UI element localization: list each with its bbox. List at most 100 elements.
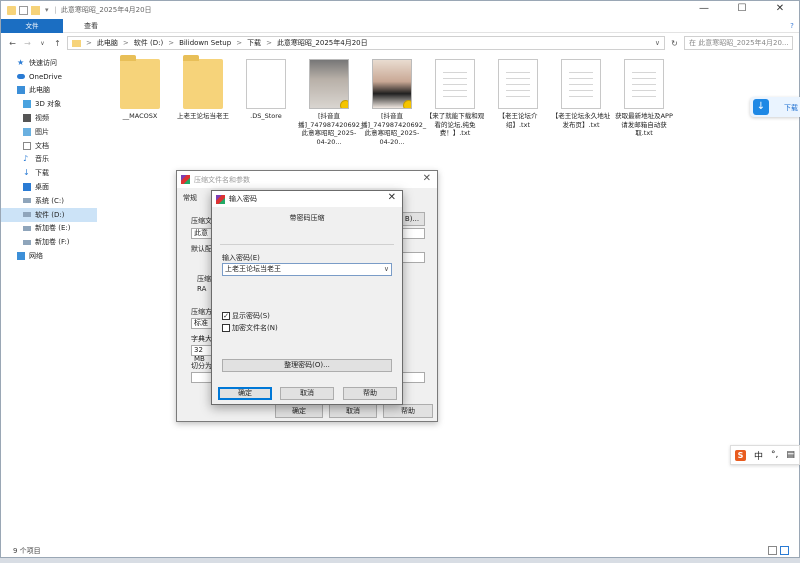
help-button[interactable]: 帮助 [343, 387, 397, 400]
text-file-icon [561, 59, 601, 109]
details-view-icon[interactable] [768, 546, 777, 555]
file-item[interactable]: [抖音直播]_747987420692_此意寒昭昭_2025-04-20... [361, 59, 426, 146]
nav-onedrive[interactable]: OneDrive [1, 70, 97, 84]
chevron-down-icon[interactable]: ∨ [384, 264, 389, 275]
properties-icon[interactable] [19, 5, 28, 15]
file-item[interactable]: 【来了就能下载和观看的论坛,纯免费！】.txt [424, 59, 486, 138]
nav-desktop[interactable]: 桌面 [1, 180, 97, 194]
address-dropdown-icon[interactable]: ∨ [655, 39, 660, 47]
ok-button[interactable]: 确定 [218, 387, 272, 400]
nav-downloads[interactable]: ↓ 下载 [1, 166, 97, 180]
tab-file[interactable]: 文件 [1, 19, 63, 33]
nav-quick-access[interactable]: ★ 快速访问 [1, 56, 97, 70]
help-icon[interactable]: ? [785, 19, 799, 32]
password-input[interactable]: 上老王论坛当老王 ∨ [222, 263, 392, 276]
format-rar-radio[interactable]: RA [197, 285, 206, 293]
download-icon: ↓ [23, 168, 30, 178]
close-button[interactable]: ✕ [761, 1, 799, 19]
nav-drive-e[interactable]: 新加卷 (E:) [1, 222, 97, 236]
help-button[interactable]: 帮助 [383, 404, 433, 418]
checkbox-label: 加密文件名(N) [232, 324, 278, 332]
breadcrumb-sep: > [236, 39, 243, 47]
file-item[interactable]: 上老王论坛当老王 [172, 55, 234, 121]
file-item[interactable]: [抖音直播]_747987420692_此意寒昭昭_2025-04-20... [298, 59, 363, 146]
search-placeholder: 在 此意寒昭昭_2025年4月20... [689, 39, 789, 47]
search-input[interactable]: 在 此意寒昭昭_2025年4月20... [684, 36, 793, 50]
breadcrumb-drive-d[interactable]: 软件 (D:) [134, 38, 163, 48]
minimize-button[interactable]: — [685, 1, 723, 19]
archive-name-label: 压缩文 [191, 217, 212, 225]
folder-icon [72, 39, 81, 47]
encrypt-filenames-checkbox[interactable]: 加密文件名(N) [222, 323, 278, 333]
dictionary-dropdown[interactable]: 32 MB [191, 345, 213, 363]
checkbox-checked-icon[interactable]: ✓ [222, 312, 230, 320]
split-field[interactable] [191, 372, 213, 383]
ime-punctuation-toggle[interactable]: °, [771, 450, 778, 460]
method-dropdown[interactable]: 标准 [191, 318, 213, 329]
nav-this-pc[interactable]: 此电脑 [1, 84, 97, 98]
show-password-checkbox[interactable]: ✓ 显示密码(S) [222, 311, 270, 321]
nav-videos[interactable]: 视频 [1, 111, 97, 125]
organize-passwords-button[interactable]: 整理密码(O)... [222, 359, 392, 372]
new-folder-icon[interactable] [31, 5, 40, 15]
close-icon[interactable]: ✕ [388, 192, 396, 203]
file-name: .DS_Store [250, 112, 282, 120]
player-badge-icon [403, 100, 411, 108]
maximize-button[interactable]: ☐ [723, 1, 761, 19]
close-icon[interactable]: ✕ [423, 173, 431, 184]
file-name: 【老王论坛永久地址发布页】.txt [551, 112, 611, 129]
folder-icon [7, 5, 16, 15]
breadcrumb-this-pc[interactable]: 此电脑 [97, 38, 118, 48]
dictionary-label: 字典大 [191, 335, 212, 343]
profile-label: 默认配 [191, 245, 212, 253]
file-icon [246, 59, 286, 109]
download-arrow-icon: ↓ [753, 99, 769, 115]
nav-network[interactable]: 网络 [1, 249, 97, 263]
up-button[interactable]: ↑ [52, 39, 63, 48]
password-value: 上老王论坛当老王 [225, 265, 281, 273]
cancel-button[interactable]: 取消 [329, 404, 377, 418]
navigation-pane: ★ 快速访问 OneDrive 此电脑 3D 对象 视频 图片 文档 ♪ 音乐 ↓ 下… [1, 56, 97, 546]
cancel-button[interactable]: 取消 [280, 387, 334, 400]
file-item[interactable]: .DS_Store [235, 59, 297, 121]
video-icon [23, 114, 31, 123]
address-bar[interactable]: > 此电脑 > 软件 (D:) > Bilidown Setup > 下载 > … [67, 36, 665, 50]
refresh-icon[interactable]: ↻ [669, 39, 680, 48]
drive-icon [23, 212, 31, 218]
nav-label: 视频 [35, 114, 49, 123]
nav-drive-d[interactable]: 软件 (D:) [1, 207, 97, 222]
download-side-widget[interactable]: ↓ 下载 [750, 97, 800, 117]
qat-dropdown-icon[interactable]: ▾ [45, 6, 49, 14]
tab-view[interactable]: 查看 [73, 19, 109, 32]
forward-button[interactable]: → [22, 39, 33, 48]
nav-drive-c[interactable]: 系统 (C:) [1, 194, 97, 208]
nav-drive-f[interactable]: 新加卷 (F:) [1, 235, 97, 249]
file-item[interactable]: __MACOSX [109, 55, 171, 121]
ok-button[interactable]: 确定 [275, 404, 323, 418]
file-item[interactable]: 获取最新地址及APP请发邮箱自动获取.txt [613, 59, 675, 138]
format-label: 压缩 [197, 275, 211, 283]
archive-name-field[interactable]: 此意 [191, 228, 213, 239]
sogou-logo-icon[interactable]: S [735, 449, 746, 461]
back-button[interactable]: ← [7, 39, 18, 48]
nav-music[interactable]: ♪ 音乐 [1, 153, 97, 167]
nav-documents[interactable]: 文档 [1, 139, 97, 153]
file-item[interactable]: 【老王论坛介绍】.txt [487, 59, 549, 129]
player-badge-icon [340, 100, 348, 108]
nav-label: 快速访问 [29, 58, 57, 67]
tab-general[interactable]: 常规 [183, 193, 197, 203]
nav-pictures[interactable]: 图片 [1, 125, 97, 139]
folder-icon [183, 55, 223, 109]
nav-3d-objects[interactable]: 3D 对象 [1, 97, 97, 111]
recent-locations-button[interactable]: ∨ [37, 40, 48, 47]
breadcrumb-bilidown[interactable]: Bilidown Setup [179, 39, 231, 47]
drive-icon [23, 239, 31, 245]
ime-language-toggle[interactable]: 中 [754, 449, 763, 462]
large-icons-view-icon[interactable] [780, 546, 789, 555]
ime-menu-icon[interactable]: ▤ [786, 450, 795, 460]
file-item[interactable]: 【老王论坛永久地址发布页】.txt [550, 59, 612, 129]
breadcrumb-current[interactable]: 此意寒昭昭_2025年4月20日 [277, 38, 368, 48]
password-label: 输入密码(E) [222, 254, 260, 262]
breadcrumb-download[interactable]: 下载 [247, 38, 261, 48]
checkbox-unchecked-icon[interactable] [222, 324, 230, 332]
